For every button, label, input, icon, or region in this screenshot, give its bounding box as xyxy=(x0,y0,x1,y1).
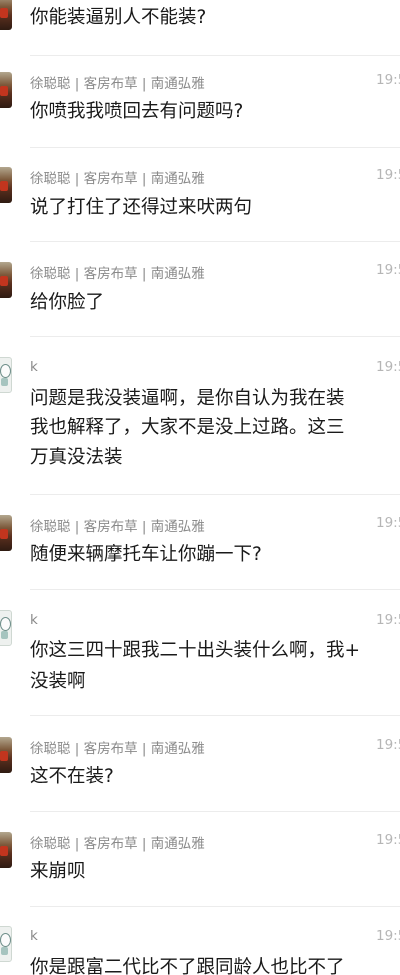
message-divider xyxy=(30,811,400,812)
message-divider xyxy=(30,906,400,907)
message-text: 说了打住了还得过来吠两句 xyxy=(30,197,253,218)
message-divider xyxy=(30,147,400,148)
message-text: 问题是我没装逼啊，是你自认为我在装 xyxy=(30,388,345,409)
message-text: 随便来辆摩托车让你蹦一下? xyxy=(30,544,262,565)
message-time: 19:5 xyxy=(376,612,400,628)
message-time: 19:5 xyxy=(376,72,400,88)
message-text: 给你脸了 xyxy=(30,292,105,313)
message-divider xyxy=(30,715,400,716)
message-time: 19:5 xyxy=(376,515,400,531)
avatar[interactable] xyxy=(0,610,12,646)
message-text: 万真没法装 xyxy=(30,447,123,468)
message-divider xyxy=(30,494,400,495)
message-divider xyxy=(30,241,400,242)
sender-name: k xyxy=(30,359,38,375)
message-time: 19:5 xyxy=(376,737,400,753)
message-text: 来崩呗 xyxy=(30,861,86,882)
sender-name: 徐聪聪 | 客房布草 | 南通弘雅 xyxy=(30,741,205,757)
message-divider xyxy=(30,55,400,56)
avatar[interactable] xyxy=(0,167,12,203)
avatar[interactable] xyxy=(0,926,12,962)
avatar[interactable] xyxy=(0,72,12,108)
message-time: 19:5 xyxy=(376,832,400,848)
sender-name: 徐聪聪 | 客房布草 | 南通弘雅 xyxy=(30,266,205,282)
avatar[interactable] xyxy=(0,515,12,551)
message-text: 你是跟富二代比不了跟同龄人也比不了 xyxy=(30,957,345,975)
sender-name: 徐聪聪 | 客房布草 | 南通弘雅 xyxy=(30,519,205,535)
sender-name: k xyxy=(30,928,38,944)
message-text: 我也解释了，大家不是没上过路。这三 xyxy=(30,417,345,438)
message-time: 19:5 xyxy=(376,928,400,944)
avatar[interactable] xyxy=(0,737,12,773)
avatar[interactable] xyxy=(0,357,12,393)
sender-name: 徐聪聪 | 客房布草 | 南通弘雅 xyxy=(30,171,205,187)
sender-name: 徐聪聪 | 客房布草 | 南通弘雅 xyxy=(30,836,205,852)
message-text: 你喷我我喷回去有问题吗? xyxy=(30,101,244,122)
message-time: 19:5 xyxy=(376,167,400,183)
sender-name: 徐聪聪 | 客房布草 | 南通弘雅 xyxy=(30,76,205,92)
message-text: 你能装逼别人不能装? xyxy=(30,7,207,28)
avatar[interactable] xyxy=(0,832,12,868)
message-time: 19:5 xyxy=(376,359,400,375)
message-time: 19:5 xyxy=(376,262,400,278)
message-text: 你这三四十跟我二十出头装什么啊，我+ xyxy=(30,640,361,661)
message-divider xyxy=(30,336,400,337)
sender-name: k xyxy=(30,612,38,628)
chat-message-list[interactable]: 你能装逼别人不能装? 徐聪聪 | 客房布草 | 南通弘雅 19:5 你喷我我喷回… xyxy=(0,0,400,975)
avatar[interactable] xyxy=(0,0,12,30)
message-divider xyxy=(30,589,400,590)
avatar[interactable] xyxy=(0,262,12,298)
message-text: 这不在装? xyxy=(30,766,114,787)
message-text: 没装啊 xyxy=(30,671,86,692)
